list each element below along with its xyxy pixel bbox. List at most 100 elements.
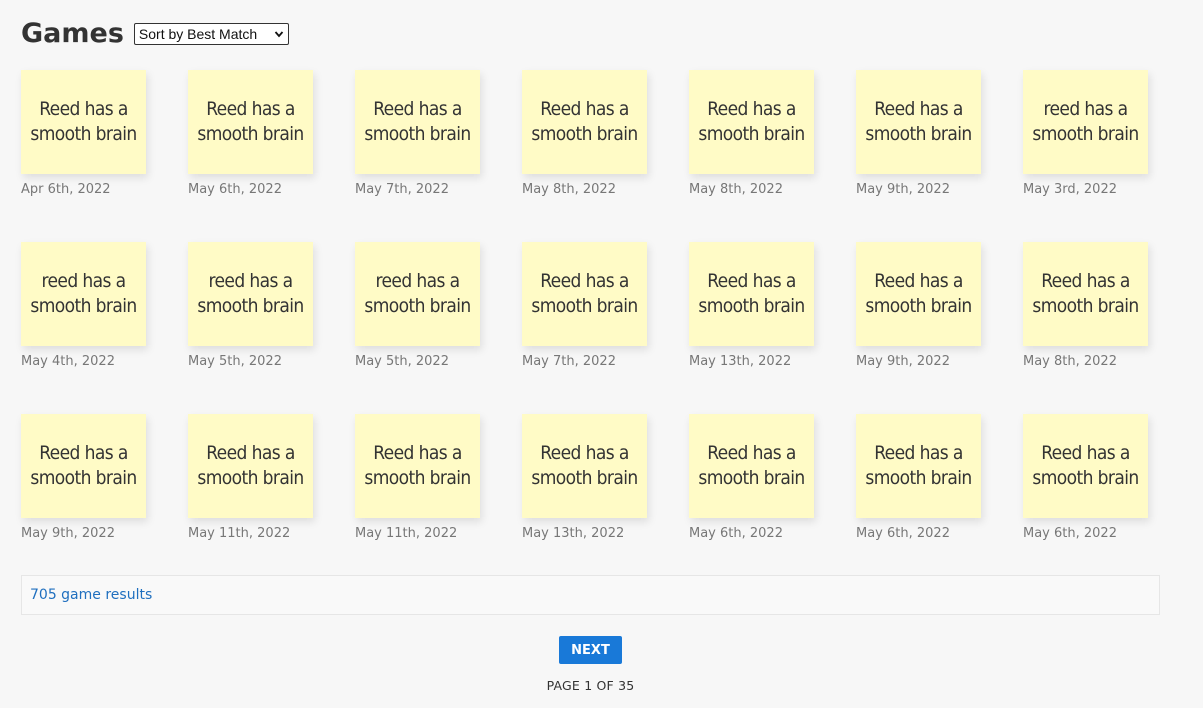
next-button[interactable]: NEXT xyxy=(559,636,622,664)
game-date: May 11th, 2022 xyxy=(188,526,291,541)
game-card[interactable]: Reed has a smooth brain May 9th, 2022 xyxy=(21,414,146,586)
results-count[interactable]: 705 game results xyxy=(30,587,152,603)
game-title-line: Reed has a xyxy=(373,98,462,120)
game-thumbnail: Reed has a smooth brain xyxy=(21,414,146,518)
game-card[interactable]: Reed has a smooth brain May 6th, 2022 xyxy=(689,414,814,586)
game-card[interactable]: Reed has a smooth brain May 7th, 2022 xyxy=(522,242,647,414)
game-title-line: reed has a xyxy=(1043,98,1128,120)
sort-select-value: Sort by Best Match xyxy=(138,26,258,42)
game-card[interactable]: reed has a smooth brain May 5th, 2022 xyxy=(355,242,480,414)
game-thumbnail: Reed has a smooth brain xyxy=(689,70,814,174)
game-title-line: Reed has a xyxy=(707,442,796,464)
game-title-line: reed has a xyxy=(375,270,460,292)
game-thumbnail: Reed has a smooth brain xyxy=(188,70,313,174)
game-title-line: Reed has a xyxy=(206,98,295,120)
game-date: May 6th, 2022 xyxy=(188,182,282,197)
game-title-line: Reed has a xyxy=(540,442,629,464)
game-title-line: Reed has a xyxy=(1041,442,1130,464)
game-thumbnail: Reed has a smooth brain xyxy=(856,414,981,518)
game-thumbnail: Reed has a smooth brain xyxy=(21,70,146,174)
game-date: May 9th, 2022 xyxy=(856,354,950,369)
game-title-line: smooth brain xyxy=(865,295,972,317)
game-thumbnail: Reed has a smooth brain xyxy=(355,414,480,518)
game-title-line: smooth brain xyxy=(865,123,972,145)
game-card[interactable]: Reed has a smooth brain May 13th, 2022 xyxy=(689,242,814,414)
game-date: May 8th, 2022 xyxy=(1023,354,1117,369)
game-card[interactable]: Reed has a smooth brain May 7th, 2022 xyxy=(355,70,480,242)
game-title-line: Reed has a xyxy=(373,442,462,464)
game-thumbnail: Reed has a smooth brain xyxy=(522,414,647,518)
game-thumbnail: Reed has a smooth brain xyxy=(522,70,647,174)
game-title-line: Reed has a xyxy=(874,270,963,292)
game-thumbnail: reed has a smooth brain xyxy=(355,242,480,346)
game-title-line: Reed has a xyxy=(540,270,629,292)
game-date: May 13th, 2022 xyxy=(689,354,792,369)
game-date: May 5th, 2022 xyxy=(188,354,282,369)
game-thumbnail: Reed has a smooth brain xyxy=(522,242,647,346)
game-thumbnail: Reed has a smooth brain xyxy=(856,70,981,174)
game-thumbnail: Reed has a smooth brain xyxy=(689,242,814,346)
game-card[interactable]: reed has a smooth brain May 4th, 2022 xyxy=(21,242,146,414)
game-thumbnail: Reed has a smooth brain xyxy=(1023,242,1148,346)
game-date: May 6th, 2022 xyxy=(689,526,783,541)
game-title-line: smooth brain xyxy=(364,123,471,145)
game-card[interactable]: Reed has a smooth brain Apr 6th, 2022 xyxy=(21,70,146,242)
game-title-line: smooth brain xyxy=(531,123,638,145)
game-date: May 5th, 2022 xyxy=(355,354,449,369)
game-title-line: Reed has a xyxy=(39,98,128,120)
game-title-line: smooth brain xyxy=(197,123,304,145)
game-title-line: smooth brain xyxy=(364,295,471,317)
game-title-line: smooth brain xyxy=(30,467,137,489)
game-title-line: Reed has a xyxy=(1041,270,1130,292)
page-header: Games Sort by Best Match xyxy=(21,16,289,52)
game-title-line: smooth brain xyxy=(30,295,137,317)
game-title-line: smooth brain xyxy=(30,123,137,145)
game-card[interactable]: Reed has a smooth brain May 8th, 2022 xyxy=(689,70,814,242)
game-title-line: smooth brain xyxy=(197,295,304,317)
game-thumbnail: Reed has a smooth brain xyxy=(188,414,313,518)
game-date: May 6th, 2022 xyxy=(856,526,950,541)
game-thumbnail: reed has a smooth brain xyxy=(21,242,146,346)
game-card[interactable]: Reed has a smooth brain May 11th, 2022 xyxy=(188,414,313,586)
game-title-line: smooth brain xyxy=(364,467,471,489)
game-date: May 4th, 2022 xyxy=(21,354,115,369)
game-card[interactable]: Reed has a smooth brain May 8th, 2022 xyxy=(522,70,647,242)
game-title-line: smooth brain xyxy=(197,467,304,489)
game-title-line: Reed has a xyxy=(39,442,128,464)
game-card[interactable]: Reed has a smooth brain May 6th, 2022 xyxy=(1023,414,1148,586)
game-title-line: smooth brain xyxy=(1032,467,1139,489)
game-title-line: smooth brain xyxy=(698,123,805,145)
game-date: May 8th, 2022 xyxy=(522,182,616,197)
game-title-line: smooth brain xyxy=(531,467,638,489)
game-card[interactable]: Reed has a smooth brain May 9th, 2022 xyxy=(856,70,981,242)
game-thumbnail: Reed has a smooth brain xyxy=(1023,414,1148,518)
game-card[interactable]: reed has a smooth brain May 3rd, 2022 xyxy=(1023,70,1148,242)
chevron-down-icon xyxy=(274,31,284,38)
game-date: Apr 6th, 2022 xyxy=(21,182,111,197)
game-title-line: smooth brain xyxy=(698,295,805,317)
game-thumbnail: Reed has a smooth brain xyxy=(689,414,814,518)
page-title: Games xyxy=(21,18,124,49)
game-date: May 9th, 2022 xyxy=(21,526,115,541)
game-date: May 8th, 2022 xyxy=(689,182,783,197)
game-card[interactable]: Reed has a smooth brain May 11th, 2022 xyxy=(355,414,480,586)
game-title-line: reed has a xyxy=(208,270,293,292)
game-title-line: smooth brain xyxy=(1032,123,1139,145)
game-card[interactable]: Reed has a smooth brain May 13th, 2022 xyxy=(522,414,647,586)
game-date: May 13th, 2022 xyxy=(522,526,625,541)
game-title-line: Reed has a xyxy=(874,98,963,120)
game-title-line: smooth brain xyxy=(1032,295,1139,317)
game-title-line: smooth brain xyxy=(865,467,972,489)
game-card[interactable]: Reed has a smooth brain May 9th, 2022 xyxy=(856,242,981,414)
game-thumbnail: reed has a smooth brain xyxy=(188,242,313,346)
sort-select[interactable]: Sort by Best Match xyxy=(133,23,289,45)
game-card[interactable]: Reed has a smooth brain May 6th, 2022 xyxy=(188,70,313,242)
game-title-line: Reed has a xyxy=(206,442,295,464)
game-date: May 7th, 2022 xyxy=(355,182,449,197)
game-card[interactable]: reed has a smooth brain May 5th, 2022 xyxy=(188,242,313,414)
game-title-line: Reed has a xyxy=(707,98,796,120)
game-thumbnail: Reed has a smooth brain xyxy=(355,70,480,174)
game-card[interactable]: Reed has a smooth brain May 6th, 2022 xyxy=(856,414,981,586)
game-title-line: Reed has a xyxy=(707,270,796,292)
game-card[interactable]: Reed has a smooth brain May 8th, 2022 xyxy=(1023,242,1148,414)
